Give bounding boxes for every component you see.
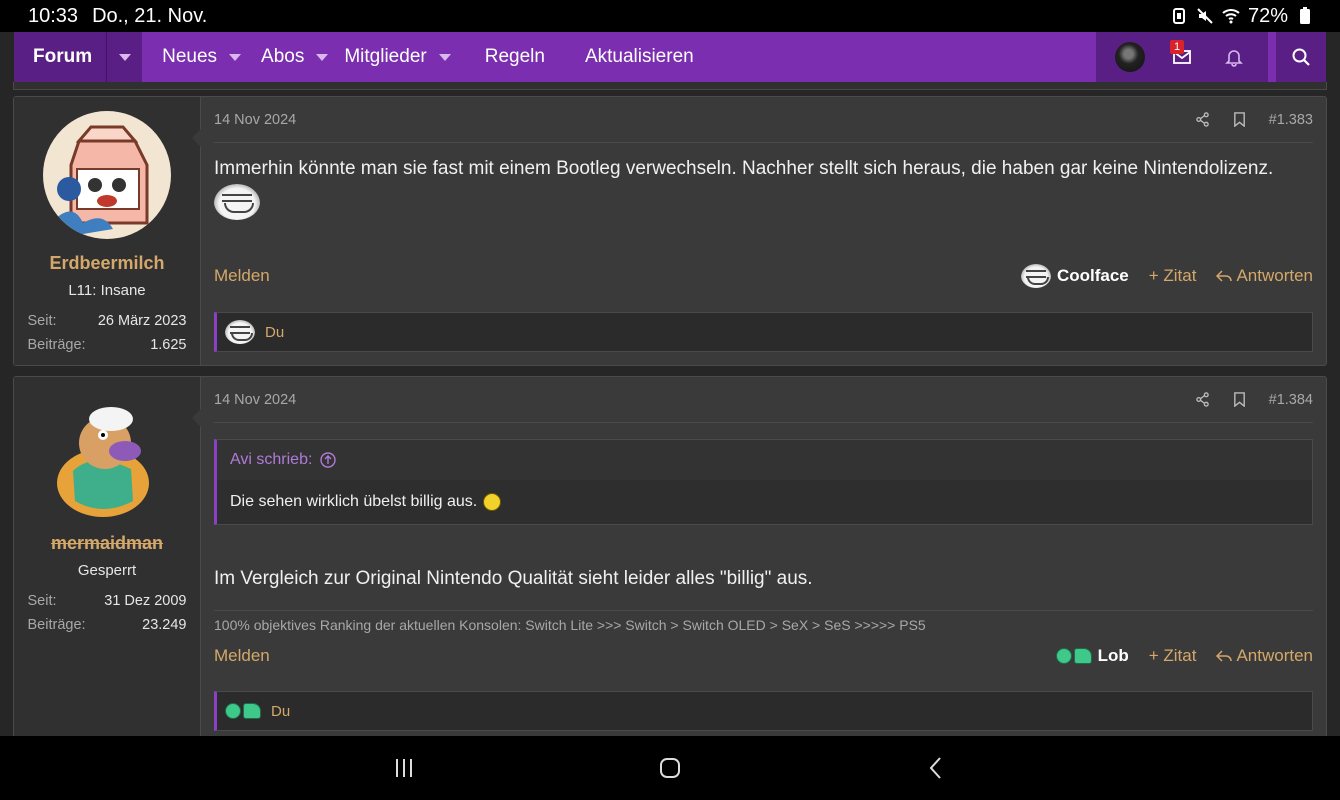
account-avatar[interactable] [1104, 32, 1156, 82]
user-title: L11: Insane [68, 282, 146, 299]
user-stats: Seit: 26 März 2023 Beiträge: 1.625 [27, 313, 187, 353]
status-date: Do., 21. Nov. [92, 4, 208, 27]
system-navigation-bar [0, 736, 1340, 800]
post: Erdbeermilch L11: Insane Seit: 26 März 20… [13, 96, 1327, 366]
post-number[interactable]: #1.384 [1269, 392, 1313, 408]
thread-content: Erdbeermilch L11: Insane Seit: 26 März 20… [0, 82, 1340, 736]
user-stats: Seit: 31 Dez 2009 Beiträge: 23.249 [27, 593, 187, 633]
status-bar: 10:33 Do., 21. Nov. 72% [0, 0, 1340, 32]
laughing-smiley-icon [483, 493, 502, 511]
post-author[interactable]: Erdbeermilch [49, 253, 164, 274]
post-header: 14 Nov 2024 #1.383 [214, 97, 1313, 143]
reply-button[interactable]: Antworten [1216, 646, 1313, 666]
post-main: 14 Nov 2024 #1.384 Avi schrieb: Die sehe… [201, 377, 1326, 736]
post-user-panel: mermaidman Gesperrt Seit: 31 Dez 2009 Bei… [14, 377, 201, 736]
quote-block: Avi schrieb: Die sehen wirklich übelst b… [214, 439, 1313, 525]
post-number[interactable]: #1.383 [1269, 112, 1313, 128]
coolface-reaction-icon [225, 320, 255, 344]
user-title: Gesperrt [77, 562, 137, 579]
battery-icon [1300, 7, 1310, 24]
post-date[interactable]: 14 Nov 2024 [214, 112, 296, 128]
nav-forum-label: Forum [33, 46, 93, 67]
quote-header[interactable]: Avi schrieb: [217, 440, 1312, 480]
inbox-button[interactable]: 1 [1156, 32, 1208, 82]
post-count: 23.249 [142, 617, 187, 633]
post-main: 14 Nov 2024 #1.383 Immerhin könnte man s… [201, 97, 1326, 365]
share-icon[interactable] [1195, 392, 1210, 407]
post-body: Immerhin könnte man sie fast mit einem B… [214, 157, 1313, 227]
bell-icon [1225, 50, 1243, 67]
inbox-badge: 1 [1170, 40, 1185, 54]
chevron-down-icon[interactable] [217, 32, 253, 82]
milk-carton-avatar-icon [43, 111, 171, 239]
battery-percent: 72% [1247, 4, 1288, 27]
report-link[interactable]: Melden [214, 646, 270, 666]
main-navbar: Forum Neues Abos Mitglieder Regeln Aktua… [14, 32, 1326, 82]
reply-button[interactable]: Antworten [1216, 266, 1313, 286]
alerts-button[interactable] [1208, 32, 1260, 82]
nav-item-mitglieder[interactable]: Mitglieder [342, 32, 464, 82]
reacted-by[interactable]: Du [271, 703, 290, 720]
share-icon[interactable] [1195, 112, 1210, 127]
avatar[interactable] [43, 111, 171, 239]
join-date: 26 März 2023 [97, 313, 187, 329]
nav-item-aktualisieren[interactable]: Aktualisieren [565, 32, 714, 82]
chevron-down-icon[interactable] [427, 32, 463, 82]
quote-button[interactable]: + Zitat [1149, 646, 1197, 666]
lob-reaction-icon [1055, 648, 1092, 664]
report-link[interactable]: Melden [214, 266, 270, 286]
post-footer: Melden Coolface + Zitat Antworten [214, 264, 1313, 288]
avatar[interactable] [43, 391, 171, 519]
reactions-bar[interactable]: Du [214, 312, 1313, 352]
lob-reaction-icon [225, 703, 261, 719]
previous-post-edge [13, 82, 1327, 90]
quote-body: Die sehen wirklich übelst billig aus. [217, 480, 1312, 524]
wifi-icon [1222, 9, 1240, 24]
quote-button[interactable]: + Zitat [1149, 266, 1197, 286]
reaction-button[interactable]: Lob [1055, 646, 1129, 666]
chevron-down-icon[interactable] [304, 32, 340, 82]
battery-saver-icon [1172, 8, 1185, 24]
quote-author[interactable]: Avi schrieb: [230, 451, 312, 469]
chevron-down-icon[interactable] [106, 32, 142, 82]
home-icon[interactable] [657, 755, 683, 781]
search-icon [1292, 48, 1310, 66]
reply-arrow-icon [1216, 270, 1233, 282]
mermaidman-avatar-icon [43, 391, 171, 519]
reacted-by[interactable]: Du [265, 324, 284, 341]
reply-arrow-icon [1216, 650, 1233, 662]
search-button[interactable] [1276, 32, 1326, 82]
nav-item-abos[interactable]: Abos [255, 32, 342, 82]
status-time: 10:33 [28, 4, 79, 27]
post-body: Im Vergleich zur Original Nintendo Quali… [214, 568, 813, 589]
bookmark-icon[interactable] [1232, 392, 1247, 407]
post-signature: 100% objektives Ranking der aktuellen Ko… [214, 609, 1313, 633]
avatar [1115, 42, 1145, 72]
arrow-up-circle-icon[interactable] [320, 452, 337, 468]
nav-item-neues[interactable]: Neues [142, 32, 255, 82]
mute-icon [1197, 8, 1213, 24]
back-icon[interactable] [923, 755, 949, 781]
nav-forum[interactable]: Forum [14, 32, 143, 82]
post-author[interactable]: mermaidman [51, 533, 163, 554]
coolface-smiley-icon [214, 183, 260, 220]
post-count: 1.625 [150, 337, 187, 353]
coolface-reaction-icon [1020, 264, 1051, 288]
recent-apps-icon[interactable] [391, 755, 417, 781]
reactions-bar[interactable]: Du [214, 691, 1313, 731]
reaction-button[interactable]: Coolface [1020, 264, 1129, 288]
post: mermaidman Gesperrt Seit: 31 Dez 2009 Bei… [13, 376, 1327, 736]
post-user-panel: Erdbeermilch L11: Insane Seit: 26 März 20… [14, 97, 201, 365]
bookmark-icon[interactable] [1232, 112, 1247, 127]
nav-item-regeln[interactable]: Regeln [465, 32, 565, 82]
join-date: 31 Dez 2009 [104, 593, 187, 609]
post-header: 14 Nov 2024 #1.384 [214, 377, 1313, 423]
post-date[interactable]: 14 Nov 2024 [214, 392, 296, 408]
post-footer: Melden Lob + Zitat Antworten [214, 646, 1313, 666]
